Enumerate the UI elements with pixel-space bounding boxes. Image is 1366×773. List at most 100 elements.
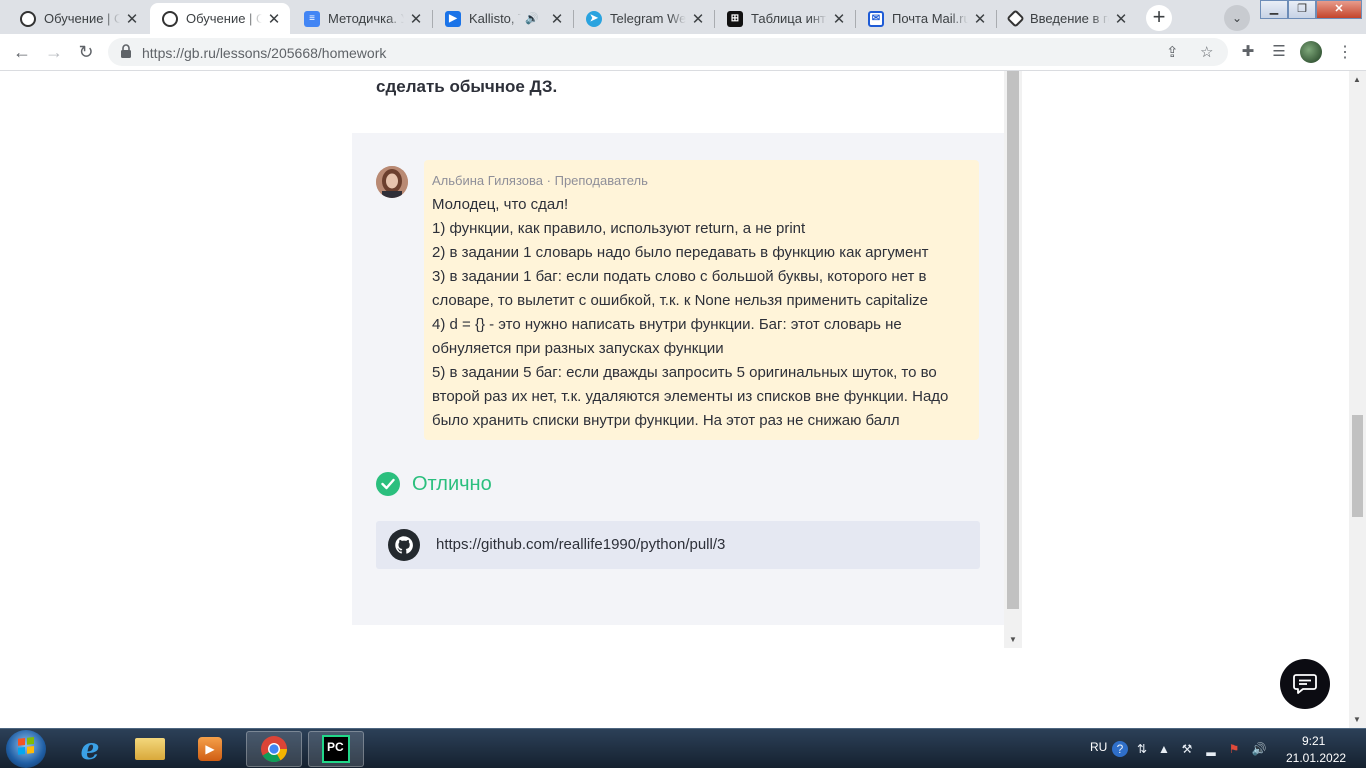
reading-list-icon[interactable]: ☰ bbox=[1269, 42, 1289, 62]
scroll-down-arrow-icon[interactable]: ▼ bbox=[1353, 715, 1361, 724]
tab-title: Kallisto, The bbox=[469, 11, 521, 26]
maximize-window-button[interactable]: ❐ bbox=[1288, 0, 1316, 19]
tab-title: Введение в ген bbox=[1030, 11, 1109, 26]
homework-text: сделать обычное ДЗ. bbox=[376, 77, 558, 96]
reload-button[interactable]: ↻ bbox=[74, 40, 98, 64]
volume-icon[interactable]: 🔊 bbox=[1251, 741, 1267, 757]
new-tab-button[interactable]: + bbox=[1146, 5, 1172, 31]
close-tab-icon[interactable]: ✕ bbox=[1113, 10, 1129, 28]
tab-strip: Обучение | GeekBrains ✕ Обучение | GeekB… bbox=[0, 0, 1366, 34]
tab-title: Обучение | GeekBrains bbox=[186, 11, 262, 26]
tab-title: Почта Mail.ru bbox=[892, 11, 968, 26]
media-player-icon[interactable]: ▶ bbox=[182, 731, 238, 767]
tab-8[interactable]: Введение в ген ✕ bbox=[997, 3, 1137, 34]
author-role: Преподаватель bbox=[554, 173, 648, 188]
close-tab-icon[interactable]: ✕ bbox=[972, 10, 988, 28]
author-name: Альбина Гилязова bbox=[432, 173, 543, 188]
address-bar[interactable]: https://gb.ru/lessons/205668/homework ⇪ … bbox=[108, 38, 1228, 66]
close-tab-icon[interactable]: ✕ bbox=[831, 10, 847, 28]
tab-title: Таблица интеграции bbox=[751, 11, 827, 26]
tab-5[interactable]: ➤ Telegram Web ✕ bbox=[574, 3, 714, 34]
submission-link[interactable]: https://github.com/reallife1990/python/p… bbox=[436, 536, 725, 553]
pycharm-icon[interactable]: PC bbox=[308, 731, 364, 767]
page-content: сделать обычное ДЗ. ▼ Альбина Гилязова ·… bbox=[0, 71, 1366, 728]
page-scrollbar[interactable]: ▲ ▼ bbox=[1349, 71, 1366, 728]
telegram-icon: ➤ bbox=[586, 10, 602, 27]
author-separator: · bbox=[546, 173, 551, 188]
table-icon: ⊞ bbox=[727, 10, 743, 27]
lock-icon[interactable] bbox=[120, 44, 132, 58]
close-tab-icon[interactable]: ✕ bbox=[408, 10, 424, 28]
language-indicator[interactable]: RU bbox=[1090, 740, 1107, 754]
browser-toolbar: ← → ↻ https://gb.ru/lessons/205668/homew… bbox=[0, 34, 1366, 71]
clock-date[interactable]: 21.01.2022 bbox=[1286, 751, 1346, 765]
generic-site-icon bbox=[1006, 9, 1025, 28]
inner-scrollbar-thumb[interactable] bbox=[1007, 71, 1019, 609]
minimize-window-button[interactable]: ▁ bbox=[1260, 0, 1288, 19]
network-tray-icon[interactable]: ⚒ bbox=[1179, 741, 1195, 757]
tab-1[interactable]: Обучение | GeekBrains ✕ bbox=[8, 3, 148, 34]
chat-bubble-icon bbox=[1293, 674, 1317, 694]
avatar bbox=[376, 166, 408, 198]
comment-line: 2) в задании 1 словарь надо было передав… bbox=[432, 244, 929, 261]
close-tab-icon[interactable]: ✕ bbox=[124, 10, 140, 28]
check-circle-icon bbox=[376, 472, 400, 496]
close-tab-icon[interactable]: ✕ bbox=[266, 10, 282, 28]
share-icon[interactable]: ⇪ bbox=[1166, 43, 1179, 61]
close-window-button[interactable]: ✕ bbox=[1316, 0, 1362, 19]
cloud-drive-icon[interactable]: ▲ bbox=[1156, 741, 1172, 757]
geekbrains-icon bbox=[162, 10, 178, 27]
comment-body: Молодец, что сдал! 1) функции, как прави… bbox=[432, 193, 972, 433]
tab-2-active[interactable]: Обучение | GeekBrains ✕ bbox=[150, 3, 290, 34]
page-scrollbar-thumb[interactable] bbox=[1352, 415, 1363, 517]
scroll-down-arrow-icon[interactable]: ▼ bbox=[1009, 635, 1017, 644]
file-explorer-icon[interactable] bbox=[122, 731, 178, 767]
comment-line: 3) в задании 1 баг: если подать слово с … bbox=[432, 268, 929, 309]
chat-support-button[interactable] bbox=[1280, 659, 1330, 709]
scroll-up-arrow-icon[interactable]: ▲ bbox=[1353, 75, 1361, 84]
tab-7[interactable]: ✉ Почта Mail.ru ✕ bbox=[856, 3, 996, 34]
inner-scrollbar[interactable]: ▼ bbox=[1004, 71, 1022, 648]
browser-menu-icon[interactable]: ⋮ bbox=[1337, 42, 1353, 62]
google-docs-icon: ≡ bbox=[304, 10, 320, 27]
extensions-puzzle-icon[interactable]: ✚ bbox=[1238, 42, 1258, 62]
teacher-photo-icon bbox=[376, 166, 408, 198]
github-icon bbox=[388, 529, 420, 561]
forward-button[interactable]: → bbox=[42, 40, 66, 64]
mail-icon: ✉ bbox=[868, 10, 884, 27]
tab-search-button[interactable]: ⌄ bbox=[1224, 5, 1250, 31]
tab-title: Telegram Web bbox=[610, 11, 686, 26]
video-play-icon: ▶ bbox=[445, 10, 461, 27]
internet-explorer-icon[interactable]: e bbox=[62, 731, 118, 767]
url-text[interactable]: https://gb.ru/lessons/205668/homework bbox=[142, 45, 386, 61]
submission-link-box[interactable]: https://github.com/reallife1990/python/p… bbox=[376, 521, 980, 569]
input-options-icon[interactable]: ⇅ bbox=[1134, 741, 1150, 757]
geekbrains-icon bbox=[20, 10, 36, 27]
tab-title: Методичка. Урок bbox=[328, 11, 404, 26]
comment-author-line: Альбина Гилязова · Преподаватель bbox=[432, 173, 648, 188]
close-tab-icon[interactable]: ✕ bbox=[690, 10, 706, 28]
tab-4[interactable]: ▶ Kallisto, The 🔊 ✕ bbox=[433, 3, 573, 34]
close-tab-icon[interactable]: ✕ bbox=[549, 10, 565, 28]
comment-line: 1) функции, как правило, используют retu… bbox=[432, 220, 806, 237]
windows-taskbar: e ▶ PC RU ? ⇅ ▲ ⚒ ▂ ⚑ 🔊 9:21 21.01.2022 bbox=[0, 728, 1366, 768]
profile-avatar[interactable] bbox=[1300, 41, 1322, 63]
action-center-icon[interactable]: ⚑ bbox=[1226, 741, 1242, 757]
help-icon[interactable]: ? bbox=[1112, 741, 1128, 757]
grade-label: Отлично bbox=[412, 472, 492, 495]
comment-line: 5) в задании 5 баг: если дважды запросит… bbox=[432, 364, 949, 429]
tab-title: Обучение | GeekBrains bbox=[44, 11, 120, 26]
comment-line: Молодец, что сдал! bbox=[432, 196, 569, 213]
comment-line: 4) d = {} - это нужно написать внутри фу… bbox=[432, 316, 902, 357]
bookmark-star-icon[interactable]: ☆ bbox=[1200, 43, 1213, 61]
tab-6[interactable]: ⊞ Таблица интеграции ✕ bbox=[715, 3, 855, 34]
tab-3[interactable]: ≡ Методичка. Урок ✕ bbox=[292, 3, 432, 34]
grade-status: Отлично bbox=[376, 472, 492, 496]
windows-logo-icon bbox=[18, 737, 34, 755]
signal-strength-icon[interactable]: ▂ bbox=[1203, 741, 1219, 757]
chrome-icon[interactable] bbox=[246, 731, 302, 767]
audio-playing-icon[interactable]: 🔊 bbox=[525, 12, 539, 25]
back-button[interactable]: ← bbox=[10, 40, 34, 64]
start-button[interactable] bbox=[6, 730, 46, 768]
clock-time[interactable]: 9:21 bbox=[1302, 734, 1325, 748]
